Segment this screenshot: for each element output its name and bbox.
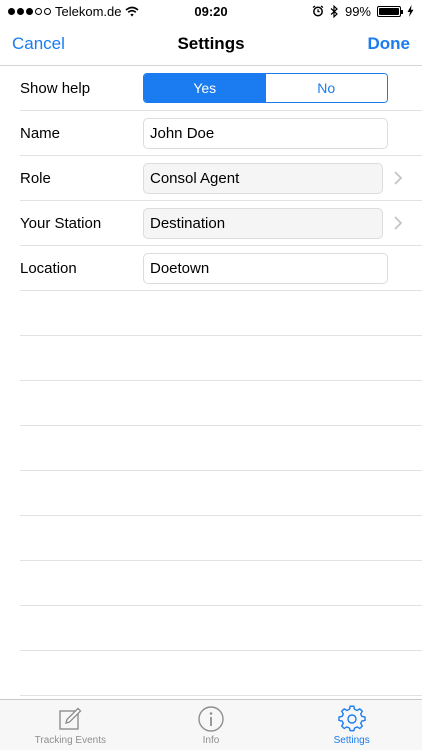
tab-bar: Tracking Events Info Settings <box>0 699 422 750</box>
empty-row <box>20 291 422 336</box>
show-help-label: Show help <box>20 79 91 97</box>
empty-row <box>20 516 422 561</box>
signal-strength-icon <box>8 7 51 15</box>
location-field[interactable]: Doetown <box>143 252 388 284</box>
name-label: Name <box>20 124 61 142</box>
chevron-right-icon[interactable] <box>392 215 404 231</box>
role-field[interactable]: Consol Agent <box>143 162 383 194</box>
show-help-segmented-control: Yes No <box>143 73 388 103</box>
show-help-row: Show help Yes No <box>20 66 422 111</box>
name-row: Name John Doe <box>20 111 422 156</box>
name-field[interactable]: John Doe <box>143 117 388 149</box>
role-label: Role <box>20 169 51 187</box>
wifi-icon <box>125 6 139 16</box>
empty-row <box>20 651 422 696</box>
empty-row <box>20 471 422 516</box>
bluetooth-icon <box>330 4 338 18</box>
info-icon <box>198 706 224 732</box>
empty-row <box>20 426 422 471</box>
role-row[interactable]: Role Consol Agent <box>20 156 422 201</box>
battery-percentage: 99% <box>344 3 371 19</box>
chevron-right-icon[interactable] <box>392 170 404 186</box>
station-field[interactable]: Destination <box>143 207 383 239</box>
tab-label: Settings <box>333 735 370 746</box>
tab-tracking-events[interactable]: Tracking Events <box>0 700 141 750</box>
location-row: Location Doetown <box>20 246 422 291</box>
done-button[interactable]: Done <box>368 34 411 54</box>
edit-icon <box>59 707 82 730</box>
status-left: Telekom.de <box>8 4 312 19</box>
empty-row <box>20 336 422 381</box>
location-label: Location <box>20 259 77 277</box>
battery-fill <box>379 7 399 15</box>
gear-icon <box>337 705 366 732</box>
status-bar: Telekom.de 09:20 99% <box>0 0 422 22</box>
station-label: Your Station <box>20 214 102 232</box>
tab-settings[interactable]: Settings <box>281 700 422 750</box>
empty-row <box>20 381 422 426</box>
cancel-button[interactable]: Cancel <box>12 34 65 54</box>
empty-row <box>20 561 422 606</box>
status-right: 99% <box>312 4 414 19</box>
tab-info[interactable]: Info <box>141 700 282 750</box>
empty-row <box>20 606 422 651</box>
station-row[interactable]: Your Station Destination <box>20 201 422 246</box>
tab-label: Info <box>202 735 220 746</box>
settings-form: Show help Yes No Name John Doe Role Cons… <box>20 66 422 696</box>
charging-icon <box>407 5 414 17</box>
battery-icon <box>377 5 403 17</box>
carrier-name: Telekom.de <box>55 3 122 19</box>
show-help-no-option[interactable]: No <box>265 74 387 102</box>
alarm-icon <box>312 5 324 17</box>
tab-label: Tracking Events <box>34 735 106 746</box>
navigation-bar: Cancel Settings Done <box>0 22 422 66</box>
show-help-yes-option[interactable]: Yes <box>144 74 266 102</box>
